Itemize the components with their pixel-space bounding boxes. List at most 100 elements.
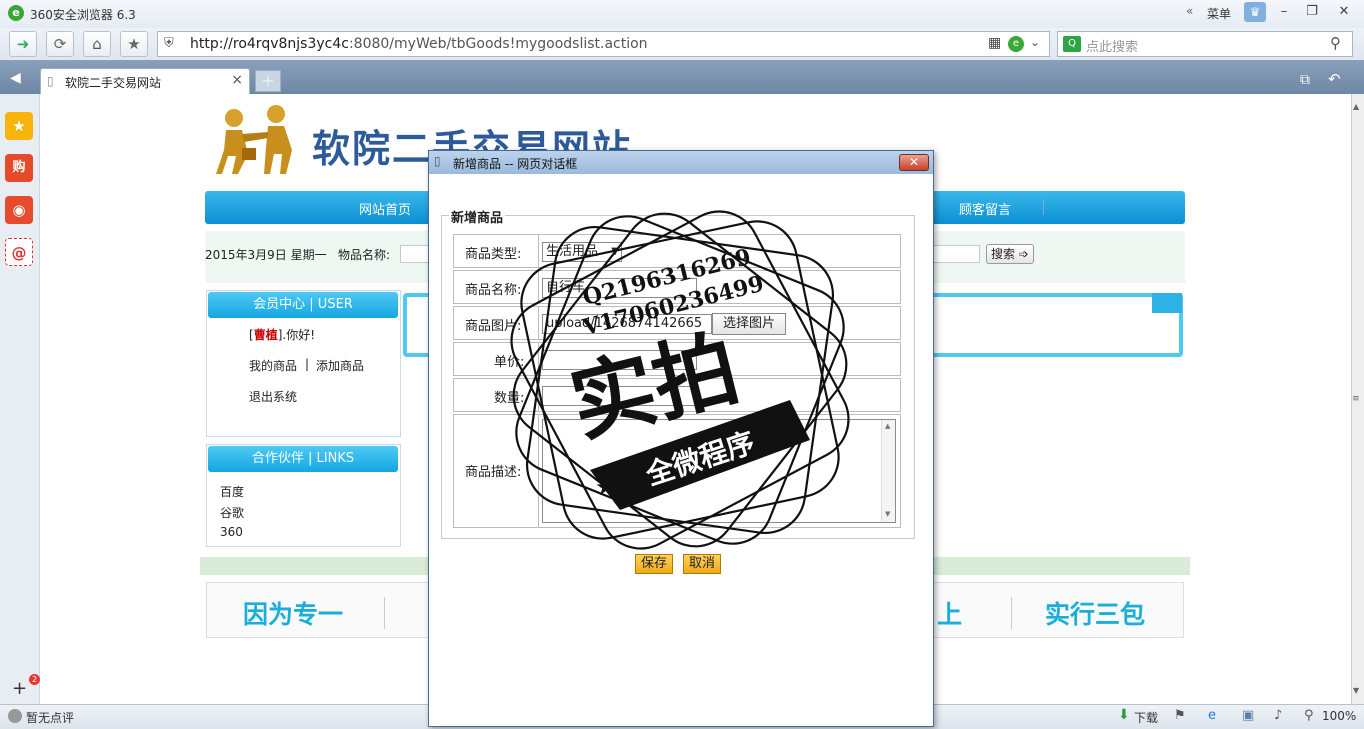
favorite-star-icon[interactable]: ★	[120, 31, 148, 57]
comment-icon	[8, 709, 22, 723]
link-divider: |	[305, 357, 310, 371]
desc-textarea[interactable]: ▲ ▼	[542, 419, 896, 523]
refresh-icon[interactable]: ⟳	[46, 31, 74, 57]
type-label: 商品类型:	[465, 247, 522, 262]
browser-title-bar: e 360安全浏览器 6.3 « 菜单 ♛ – ❐ ✕	[0, 0, 1364, 28]
cancel-button[interactable]: 取消	[683, 554, 721, 574]
slogan-left: 因为专一	[243, 600, 344, 629]
new-tab-button[interactable]: +	[255, 70, 281, 92]
desc-label: 商品描述:	[465, 465, 522, 480]
undo-close-icon[interactable]: ↶	[1328, 70, 1341, 88]
mail-icon[interactable]: @	[5, 238, 33, 266]
add-sidebar-icon[interactable]: +	[12, 678, 27, 699]
qr-code-icon[interactable]: ▦	[988, 35, 1001, 51]
dialog-title: 新增商品 -- 网页对话框	[453, 157, 578, 171]
image-label: 商品图片:	[465, 319, 522, 334]
dialog-title-bar: ▯ 新增商品 -- 网页对话框 ✕	[429, 151, 933, 174]
minimize-icon[interactable]: –	[1273, 3, 1295, 21]
dialog-close-icon[interactable]: ✕	[899, 154, 929, 171]
search-icon[interactable]: ⚲	[1330, 34, 1341, 52]
menu-home[interactable]: 网站首页	[359, 199, 411, 218]
tab-label: 软院二手交易网站	[65, 76, 162, 90]
site-logo-icon	[212, 104, 298, 178]
form-row-qty: 数量:	[453, 378, 901, 412]
add-goods-dialog: ▯ 新增商品 -- 网页对话框 ✕ 新增商品 商品类型: 生活用品 ▼ 商品名称:…	[428, 150, 934, 727]
choose-image-button[interactable]: 选择图片	[712, 313, 786, 335]
flag-icon[interactable]: ⚑	[1174, 708, 1186, 723]
slogan-right: 实行三包	[1045, 600, 1146, 629]
add-goods-link[interactable]: 添加商品	[316, 357, 364, 374]
member-center-header: 会员中心 | USER	[208, 292, 398, 318]
address-bar[interactable]: ⛨ http://ro4rqv8njs3yc4c:8080/myWeb/tbGo…	[157, 31, 1050, 57]
weibo-icon[interactable]: ◉	[5, 196, 33, 224]
name-label: 商品名称:	[465, 283, 522, 298]
slogan-mid: 上	[937, 600, 963, 629]
form-row-desc: 商品描述: ▲ ▼	[453, 414, 901, 528]
skin-icon[interactable]: ♛	[1244, 2, 1266, 22]
search-label: 物品名称:	[338, 248, 391, 262]
qty-input[interactable]	[542, 386, 697, 406]
tab-close-icon[interactable]: ×	[231, 72, 243, 88]
search-input[interactable]: 点此搜索	[1086, 36, 1138, 55]
dialog-body: 新增商品 商品类型: 生活用品 ▼ 商品名称: 自行车 商品图片: upload/…	[429, 174, 933, 726]
form-row-type: 商品类型: 生活用品 ▼	[453, 234, 901, 268]
qty-label: 数量:	[494, 391, 525, 406]
browser-title: 360安全浏览器 6.3	[30, 8, 136, 22]
search-engine-icon[interactable]: Q	[1063, 36, 1081, 52]
zoom-level[interactable]: 100%	[1322, 709, 1356, 723]
dialog-page-icon: ▯	[434, 154, 441, 168]
browser-logo-icon: e	[8, 5, 24, 21]
form-row-image: 商品图片: upload/1426874142665 选择图片	[453, 306, 901, 340]
price-label: 单价:	[494, 355, 525, 370]
site-search-button[interactable]: 搜索 ➩	[986, 244, 1034, 264]
ie-mode-icon[interactable]: e	[1008, 36, 1024, 52]
link-baidu[interactable]: 百度	[220, 483, 244, 500]
close-window-icon[interactable]: ✕	[1333, 3, 1355, 21]
panel-corner	[1152, 293, 1182, 313]
slogan-divider	[384, 597, 385, 629]
slogan-divider	[1011, 597, 1012, 629]
sidebar-toggle-icon[interactable]: ◀	[10, 70, 21, 86]
shopping-icon[interactable]: 购	[5, 154, 33, 182]
link-360[interactable]: 360	[220, 525, 243, 539]
zoom-icon[interactable]: ⚲	[1304, 708, 1314, 723]
link-google[interactable]: 谷歌	[220, 504, 244, 521]
date-text: 2015年3月9日 星期一	[205, 248, 327, 262]
form-legend: 新增商品	[449, 207, 506, 226]
chevron-down-icon[interactable]: ⌄	[1030, 35, 1040, 49]
price-input[interactable]	[542, 350, 697, 370]
page-scrollbar[interactable]: ▲ ≡ ▼	[1351, 94, 1364, 704]
save-button[interactable]: 保存	[635, 554, 673, 574]
menu-button[interactable]: 菜单	[1207, 5, 1231, 22]
page-icon: ▯	[47, 74, 54, 88]
status-comment-text: 暂无点评	[26, 711, 75, 725]
download-label[interactable]: 下载	[1134, 709, 1158, 726]
user-name: 曹植	[253, 328, 278, 342]
window-icon[interactable]: ▣	[1242, 708, 1254, 723]
menu-divider	[1043, 199, 1044, 215]
type-select[interactable]: 生活用品 ▼	[542, 242, 622, 262]
form-row-name: 商品名称: 自行车	[453, 270, 901, 304]
tab-list-icon[interactable]: ⧉	[1300, 72, 1310, 88]
my-goods-link[interactable]: 我的商品	[249, 357, 297, 374]
back-icon[interactable]: ➜	[9, 31, 37, 57]
download-icon[interactable]: ⬇	[1118, 707, 1130, 723]
collapse-icon[interactable]: «	[1186, 4, 1193, 18]
search-box[interactable]: Q 点此搜索 ⚲	[1057, 31, 1353, 57]
desc-scrollbar[interactable]: ▲ ▼	[881, 420, 895, 522]
form-row-price: 单价:	[453, 342, 901, 376]
name-input[interactable]: 自行车	[542, 278, 697, 298]
url-text[interactable]: http://ro4rqv8njs3yc4c:8080/myWeb/tbGood…	[190, 36, 648, 52]
menu-message[interactable]: 顾客留言	[959, 199, 1011, 218]
notification-badge: 2	[29, 674, 40, 685]
shield-icon: ⛨	[164, 36, 174, 51]
restore-icon[interactable]: ❐	[1301, 3, 1323, 21]
tab-active[interactable]: ▯ 软院二手交易网站 ×	[40, 68, 250, 94]
browser-sidebar: ★ 购 ◉ @ + 2	[0, 94, 40, 704]
logout-link[interactable]: 退出系统	[249, 388, 297, 405]
image-path-input[interactable]: upload/1426874142665	[542, 314, 712, 334]
home-icon[interactable]: ⌂	[83, 31, 111, 57]
ie-icon[interactable]: e	[1208, 708, 1216, 723]
volume-icon[interactable]: ♪	[1274, 708, 1282, 723]
favorites-star-icon[interactable]: ★	[5, 112, 33, 140]
